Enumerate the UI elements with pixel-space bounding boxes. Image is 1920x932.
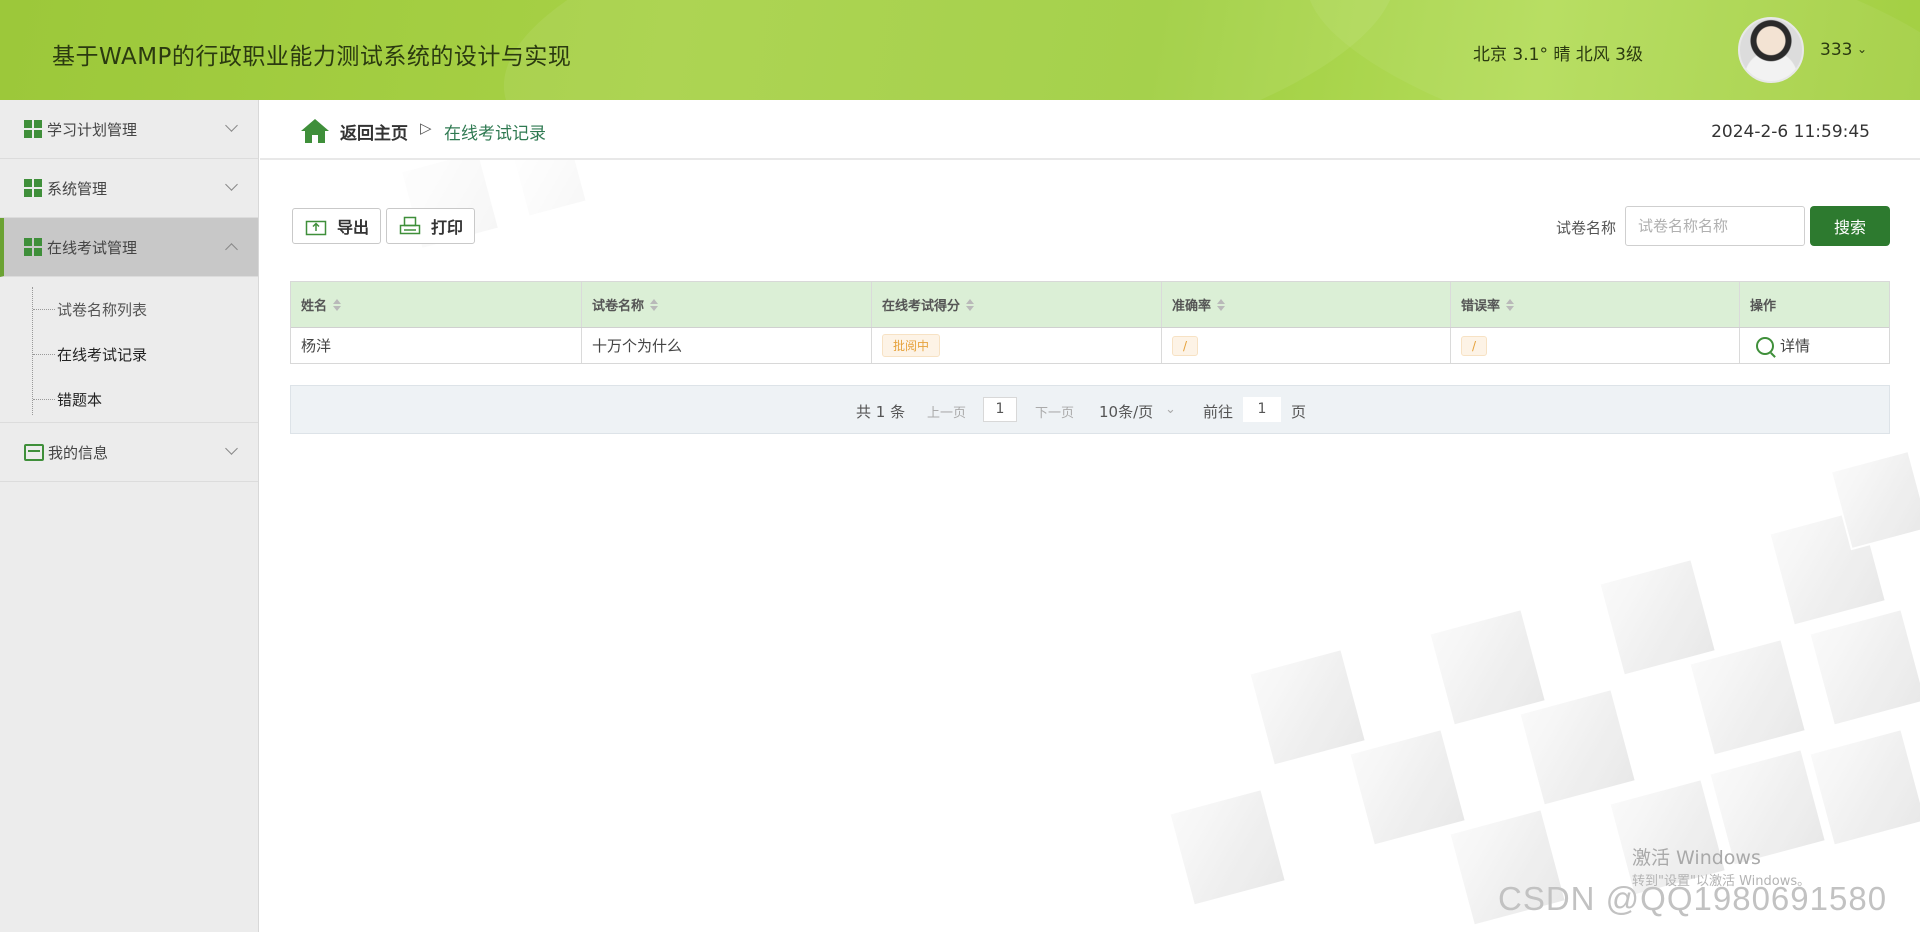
csdn-watermark: CSDN @QQ1980691580 <box>1498 880 1888 917</box>
breadcrumb-home-link[interactable]: 返回主页 <box>340 119 408 144</box>
column-header-accuracy[interactable]: 准确率 <box>1162 282 1451 327</box>
prev-page-button[interactable]: 上一页 <box>927 402 966 421</box>
table-row: 杨洋 十万个为什么 批阅中 / / 详情 <box>291 328 1889 363</box>
app-title: 基于WAMP的行政职业能力测试系统的设计与实现 <box>52 44 572 70</box>
breadcrumb-current: 在线考试记录 <box>444 124 546 144</box>
avatar[interactable] <box>1738 17 1804 83</box>
sidebar-subitem-paper-list[interactable]: 试卷名称列表 <box>0 287 258 332</box>
sidebar-item-label: 学习计划管理 <box>47 120 138 139</box>
search-detail-icon <box>1756 336 1774 355</box>
sidebar-subitem-exam-records[interactable]: 在线考试记录 <box>0 332 258 377</box>
wallet-icon <box>24 443 44 461</box>
sidebar-item-label: 我的信息 <box>48 443 109 462</box>
sidebar: 学习计划管理 系统管理 在线考试管理 试卷名称列表 在线考试记录 错题本 我的信… <box>0 100 259 932</box>
sort-icon[interactable] <box>333 298 342 311</box>
print-button[interactable]: 打印 <box>386 208 475 244</box>
sidebar-submenu: 试卷名称列表 在线考试记录 错题本 <box>0 277 258 423</box>
records-table: 姓名 试卷名称 在线考试得分 准确率 错误率 操作 杨洋 十万个为什么 批阅中 … <box>290 281 1890 364</box>
grid-icon <box>24 120 42 138</box>
detail-button[interactable]: 详情 <box>1740 328 1889 363</box>
grid-icon <box>24 179 42 197</box>
table-header: 姓名 试卷名称 在线考试得分 准确率 错误率 操作 <box>291 282 1889 328</box>
sidebar-item-study-plan[interactable]: 学习计划管理 <box>0 100 258 159</box>
pagination: 共 1 条 上一页 1 下一页 10条/页 ⌄ 前往 1 页 <box>290 385 1890 434</box>
status-badge: 批阅中 <box>882 334 941 357</box>
cell-name: 杨洋 <box>291 328 582 363</box>
chevron-down-icon <box>225 442 238 455</box>
sort-icon[interactable] <box>650 298 659 311</box>
sidebar-subitem-wrong-questions[interactable]: 错题本 <box>0 377 258 422</box>
user-menu-name[interactable]: 333 <box>1820 40 1852 60</box>
app-header: 基于WAMP的行政职业能力测试系统的设计与实现 北京 3.1° 晴 北风 3级 … <box>0 0 1920 100</box>
column-header-actions: 操作 <box>1750 299 1777 314</box>
sidebar-item-system[interactable]: 系统管理 <box>0 159 258 218</box>
search-input[interactable] <box>1625 206 1805 246</box>
breadcrumb-separator: ▷ <box>420 119 432 137</box>
cell-error-rate: / <box>1451 328 1740 363</box>
sort-icon[interactable] <box>1506 298 1515 311</box>
column-header-paper[interactable]: 试卷名称 <box>582 282 872 327</box>
sort-icon[interactable] <box>1217 298 1226 311</box>
grid-icon <box>24 238 42 256</box>
cell-accuracy: / <box>1162 328 1451 363</box>
chevron-up-icon <box>225 243 238 256</box>
export-label: 导出 <box>337 218 370 237</box>
goto-suffix: 页 <box>1291 403 1307 421</box>
sidebar-item-label: 系统管理 <box>47 179 108 198</box>
chevron-down-icon <box>225 119 238 132</box>
weather-info: 北京 3.1° 晴 北风 3级 <box>1473 45 1643 65</box>
chevron-down-icon[interactable]: ⌄ <box>1165 402 1176 417</box>
home-icon[interactable] <box>300 118 330 144</box>
clock: 2024-2-6 11:59:45 <box>1711 122 1870 142</box>
export-button[interactable]: 导出 <box>292 208 381 244</box>
printer-icon <box>399 216 421 235</box>
chevron-down-icon <box>225 178 238 191</box>
main-content: 返回主页 ▷ 在线考试记录 2024-2-6 11:59:45 导出 打印 试卷… <box>260 100 1920 932</box>
cell-score: 批阅中 <box>872 328 1162 363</box>
search-label: 试卷名称 <box>1556 219 1617 237</box>
sidebar-item-my-info[interactable]: 我的信息 <box>0 423 258 482</box>
cell-paper: 十万个为什么 <box>582 328 872 363</box>
breadcrumb: 返回主页 ▷ 在线考试记录 2024-2-6 11:59:45 <box>260 100 1920 160</box>
chevron-down-icon[interactable]: ⌄ <box>1857 42 1867 56</box>
column-header-error-rate[interactable]: 错误率 <box>1451 282 1740 327</box>
windows-activation-watermark: 激活 Windows <box>1632 847 1761 869</box>
print-label: 打印 <box>431 218 464 237</box>
column-header-score[interactable]: 在线考试得分 <box>872 282 1162 327</box>
search-button[interactable]: 搜索 <box>1810 206 1890 246</box>
sidebar-item-label: 在线考试管理 <box>47 238 138 257</box>
header-decoration <box>483 0 1417 100</box>
upload-icon <box>305 220 327 236</box>
error-rate-badge: / <box>1461 335 1488 356</box>
goto-page-input[interactable]: 1 <box>1243 397 1281 422</box>
page-size-select[interactable]: 10条/页 <box>1099 401 1153 422</box>
column-header-name[interactable]: 姓名 <box>291 282 582 327</box>
goto-prefix: 前往 <box>1203 403 1234 421</box>
current-page-number[interactable]: 1 <box>983 397 1017 422</box>
next-page-button[interactable]: 下一页 <box>1035 402 1074 421</box>
detail-label: 详情 <box>1780 337 1811 355</box>
accuracy-badge: / <box>1172 335 1199 356</box>
pagination-total: 共 1 条 <box>856 403 906 421</box>
sort-icon[interactable] <box>966 298 975 311</box>
sidebar-item-online-exam[interactable]: 在线考试管理 <box>0 218 258 277</box>
